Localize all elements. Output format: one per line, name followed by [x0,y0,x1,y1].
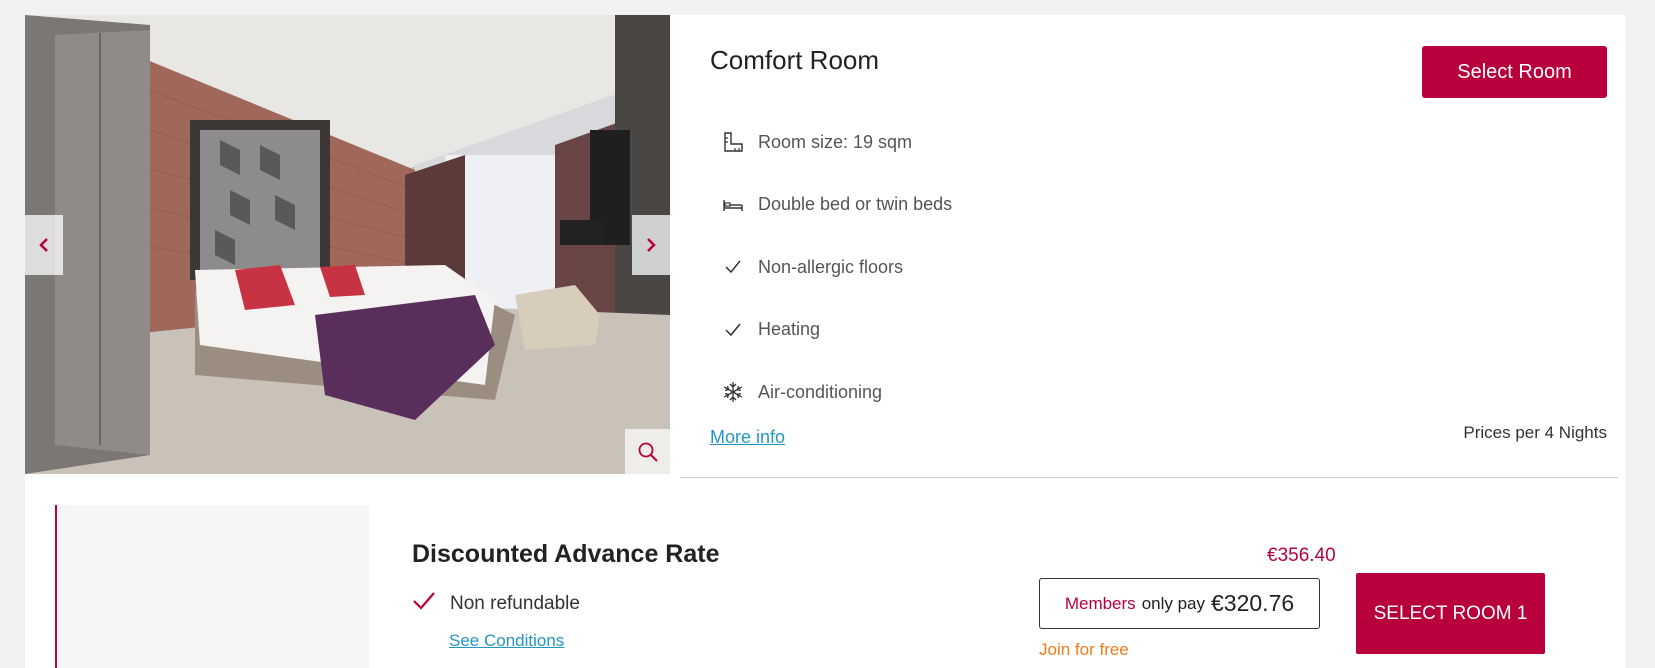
room-info-panel: Comfort Room Select Room Room size: 19 s… [670,15,1625,474]
prices-per-nights: Prices per 4 Nights [1463,423,1607,442]
feature-label: Non-allergic floors [758,256,904,277]
more-info-link[interactable]: More info [710,427,785,448]
gallery-prev-button[interactable] [25,215,63,275]
rate-image-placeholder [57,505,369,668]
check-icon [720,317,746,343]
members-only-text: only pay [1141,593,1206,613]
feature-label: Air-conditioning [758,381,883,402]
check-icon [412,591,438,616]
gallery-next-button[interactable] [632,215,670,275]
feature-label: Heating [758,319,821,340]
room-photo [25,15,670,474]
feature-bed: Double bed or twin beds [720,174,952,237]
divider [680,477,1618,478]
room-title: Comfort Room [710,45,880,75]
room-features-list: Room size: 19 sqm Double bed or twin bed… [720,111,952,424]
select-room-1-button[interactable]: SELECT ROOM 1 [1356,573,1545,654]
chevron-left-icon [39,238,48,252]
feature-label: Room size: 19 sqm [758,131,913,152]
members-price-box[interactable]: Members only pay €320.76 [1039,578,1320,629]
feature-room-size: Room size: 19 sqm [720,111,952,174]
feature-air-conditioning: Air-conditioning [720,361,952,424]
see-conditions-link[interactable]: See Conditions [449,631,564,651]
select-room-button[interactable]: Select Room [1422,46,1607,98]
members-price: €320.76 [1211,590,1295,616]
refund-label: Non refundable [450,592,580,614]
refund-policy: Non refundable [412,591,580,616]
room-photo-gallery[interactable] [25,15,670,474]
ruler-icon [720,129,746,155]
rate-row: Discounted Advance Rate Non refundable S… [55,505,1625,668]
chevron-right-icon [647,238,656,252]
room-card: Comfort Room Select Room Room size: 19 s… [25,15,1625,668]
feature-floors: Non-allergic floors [720,236,952,299]
feature-heating: Heating [720,299,952,362]
members-label: Members [1064,593,1136,613]
gallery-zoom-button[interactable] [625,429,670,474]
feature-label: Double bed or twin beds [758,194,953,215]
magnifier-icon [638,442,658,462]
check-icon [720,254,746,280]
rate-title: Discounted Advance Rate [412,540,720,568]
rate-price: €356.40 [1267,545,1336,566]
bed-icon [720,192,746,218]
join-for-free-link[interactable]: Join for free [1039,640,1129,660]
snowflake-icon [720,379,746,405]
